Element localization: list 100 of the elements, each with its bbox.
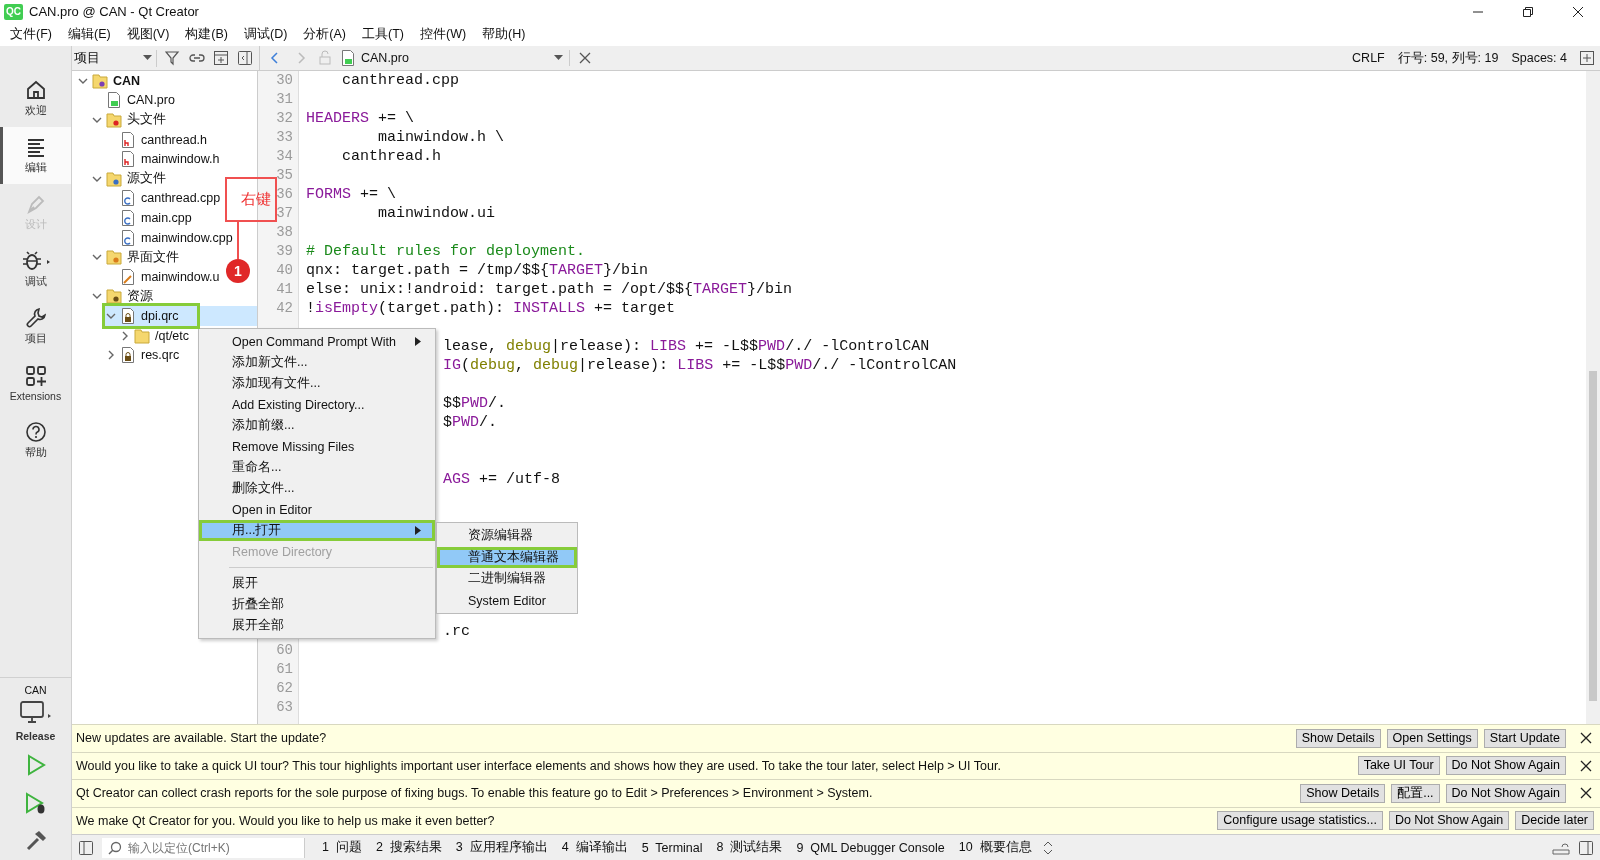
mode-button[interactable]: 项目	[0, 298, 71, 355]
close-icon[interactable]	[1580, 787, 1592, 800]
menu-item[interactable]: Add Existing Directory...	[199, 394, 435, 415]
info-button[interactable]: Do Not Show Again	[1388, 811, 1510, 831]
menu-item[interactable]: 二进制编辑器	[437, 568, 577, 590]
menu-item[interactable]: 编辑(E)	[59, 26, 119, 43]
tree-item[interactable]: CAN	[76, 71, 141, 91]
tree-item[interactable]: canthread.cpp	[104, 188, 221, 209]
mode-button[interactable]: 帮助	[0, 412, 71, 469]
mode-button[interactable]: Extensions	[0, 355, 71, 412]
tree-item[interactable]: res.qrc	[104, 345, 180, 365]
info-button[interactable]: Take UI Tour	[1357, 756, 1440, 776]
menu-item[interactable]: 帮助(H)	[474, 26, 534, 43]
output-pane-tab[interactable]: 9 QML Debugger Console	[793, 840, 948, 855]
close-icon[interactable]	[579, 52, 591, 64]
folder-icon	[134, 327, 150, 344]
menu-item[interactable]: 折叠全部	[199, 594, 435, 615]
chevron-right-icon[interactable]	[120, 330, 130, 341]
output-pane-tab[interactable]: 8 测试结果	[713, 839, 786, 856]
menu-item[interactable]: Open in Editor	[199, 499, 435, 520]
menu-item[interactable]: 文件(F)	[2, 26, 60, 43]
info-button[interactable]: Show Details	[1295, 728, 1381, 748]
output-pane-tab[interactable]: 3 应用程序输出	[452, 839, 551, 856]
tree-item[interactable]: 头文件	[90, 110, 166, 130]
menu-item[interactable]: 普通文本编辑器	[437, 546, 577, 569]
progress-details-icon[interactable]	[1552, 840, 1570, 855]
mode-button[interactable]: 编辑	[0, 127, 71, 184]
build-config-label: Release	[15, 730, 56, 742]
menu-item[interactable]: Open Command Prompt With	[199, 331, 435, 352]
close-icon[interactable]	[1580, 759, 1592, 772]
info-button[interactable]: Start Update	[1483, 728, 1566, 748]
info-button[interactable]: Decide later	[1515, 811, 1594, 831]
menu-item[interactable]: 展开	[199, 573, 435, 594]
split-add-icon[interactable]	[213, 50, 229, 66]
menu-item[interactable]: 视图(V)	[118, 26, 178, 43]
output-pane-tab[interactable]: 5 Terminal	[638, 840, 706, 855]
line-ending-label[interactable]: CRLF	[1352, 51, 1385, 65]
info-button[interactable]: 配置...	[1391, 783, 1440, 803]
output-pane-tab[interactable]: 1 问题	[319, 839, 365, 856]
scrollbar-thumb[interactable]	[1589, 371, 1597, 701]
up-down-arrows-icon[interactable]	[1042, 840, 1053, 855]
menu-item[interactable]: Remove Missing Files	[199, 436, 435, 457]
tree-item[interactable]: CAN.pro	[90, 90, 175, 111]
menu-item[interactable]: 删除文件...	[199, 478, 435, 499]
info-button[interactable]: Configure usage statistics...	[1217, 811, 1383, 831]
view-dropdown[interactable]: 项目	[74, 49, 157, 67]
menu-item[interactable]: 资源编辑器	[437, 525, 577, 547]
folder-icon	[106, 249, 122, 266]
menu-item[interactable]: 构建(B)	[177, 26, 236, 43]
tree-item[interactable]: 源文件	[90, 168, 166, 189]
output-pane-tab[interactable]: 10 概要信息	[955, 839, 1035, 856]
menu-item[interactable]: 添加前缀...	[199, 415, 435, 436]
split-icon[interactable]	[1580, 51, 1594, 65]
tree-item[interactable]: canthread.h	[104, 129, 208, 150]
monitor-icon[interactable]	[18, 700, 53, 726]
tree-item[interactable]: mainwindow.h	[104, 149, 220, 169]
cursor-position-label[interactable]: 行号: 59, 列号: 19	[1397, 49, 1499, 67]
tree-item[interactable]: mainwindow.u	[104, 266, 220, 287]
chevron-right-icon[interactable]	[106, 350, 116, 361]
tree-item[interactable]: mainwindow.cpp	[104, 227, 233, 248]
close-icon[interactable]	[1580, 732, 1592, 745]
tree-item[interactable]: 界面文件	[90, 247, 179, 267]
mode-button[interactable]: 欢迎	[0, 70, 71, 127]
menu-item[interactable]: 展开全部	[199, 615, 435, 636]
line-number: 37	[276, 205, 293, 221]
menu-item[interactable]: 分析(A)	[295, 26, 354, 43]
info-button[interactable]: Open Settings	[1386, 728, 1478, 748]
tree-item[interactable]: main.cpp	[104, 208, 192, 228]
info-button[interactable]: Do Not Show Again	[1445, 783, 1566, 803]
filter-icon[interactable]	[165, 50, 181, 66]
open-file-dropdown[interactable]: CAN.pro	[341, 50, 570, 66]
tree-item[interactable]: 资源	[90, 286, 153, 307]
mode-button[interactable]: 调试	[0, 241, 71, 298]
close-icon[interactable]	[1572, 5, 1584, 18]
locator-field[interactable]: 输入以定位(Ctrl+K)	[102, 837, 305, 858]
sidebar-toggle-icon[interactable]	[1578, 839, 1594, 856]
form-file-icon	[120, 268, 136, 285]
folder-icon	[106, 112, 122, 128]
sidebar-toggle-icon[interactable]	[237, 50, 253, 66]
tree-item[interactable]: /qt/etc	[118, 325, 190, 346]
menu-item[interactable]: 添加新文件...	[199, 352, 435, 373]
menu-item[interactable]: 用...打开	[199, 520, 435, 541]
menu-item[interactable]: 工具(T)	[354, 26, 412, 43]
menu-item[interactable]: System Editor	[437, 589, 577, 612]
menu-item[interactable]: 重命名...	[199, 457, 435, 478]
output-pane-tab[interactable]: 2 搜索结果	[372, 839, 445, 856]
info-button[interactable]: Do Not Show Again	[1445, 756, 1566, 776]
indentation-label[interactable]: Spaces: 4	[1511, 51, 1567, 65]
menu-item[interactable]: 控件(W)	[412, 26, 475, 43]
scrollbar[interactable]	[1586, 71, 1600, 724]
info-button[interactable]: Show Details	[1300, 783, 1386, 803]
chevron-down-icon[interactable]	[92, 115, 102, 125]
resource-file-icon	[120, 307, 136, 324]
restore-icon[interactable]	[1522, 5, 1534, 18]
project-file-icon	[341, 50, 355, 66]
menu-item[interactable]: 添加现有文件...	[199, 373, 435, 394]
sidebar-toggle-icon[interactable]	[78, 839, 94, 856]
tree-item[interactable]: dpi.qrc	[104, 306, 257, 326]
output-pane-tab[interactable]: 4 编译输出	[558, 839, 631, 856]
menu-item[interactable]: 调试(D)	[236, 26, 296, 43]
